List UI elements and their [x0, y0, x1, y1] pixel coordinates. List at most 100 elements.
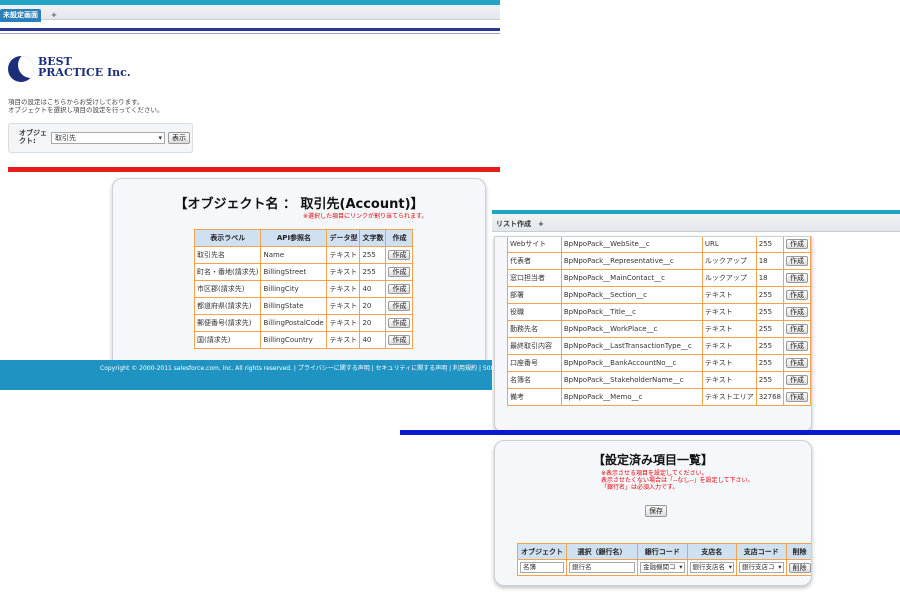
create-button[interactable]: 作成: [785, 324, 808, 334]
table-row: 郵便番号(請求先) BillingPostalCode テキスト 20 作成: [193, 314, 414, 332]
object-select[interactable]: 取引先: [51, 132, 165, 144]
logo-line-2: PRACTICE Inc.: [38, 66, 131, 79]
cell-api-name: BpNpoPack__WorkPlace__c: [560, 320, 703, 338]
fields-table: 表示ラベル API参照名 データ型 文字数 作成 取引先名 Name テキスト 255…: [193, 229, 414, 349]
cell-label: 市区郡(請求先): [193, 280, 262, 298]
cell-data-type: テキスト: [326, 314, 361, 332]
create-button[interactable]: 作成: [785, 290, 808, 300]
create-button[interactable]: 作成: [388, 318, 411, 328]
cell-api-name: BillingCountry: [260, 331, 328, 349]
cell-api-name: BpNpoPack__WebSite__c: [560, 237, 703, 253]
create-button[interactable]: 作成: [388, 267, 411, 277]
col-object: オブジェクト: [517, 543, 567, 560]
table-row: Webサイト BpNpoPack__WebSite__c URL 255 作成: [507, 237, 811, 253]
col-data-type: データ型: [326, 229, 361, 247]
cell-length: 18: [755, 269, 784, 287]
cell-data-type: テキスト: [326, 331, 361, 349]
table-row: 窓口担当者 BpNpoPack__MainContact__c ルックアップ 18 作成: [507, 269, 811, 287]
screen-object-settings: 未設定画面 + BEST PRACTICE Inc. 項目の設定はこちらからお受…: [0, 0, 500, 390]
cell-length: 255: [359, 263, 387, 281]
add-tab-button-2[interactable]: +: [538, 218, 544, 230]
cell-data-type: テキスト: [326, 263, 361, 281]
intro-line-1: 項目の設定はこちらからお受けしております。: [8, 98, 144, 106]
object-select-panel: オブジェクト: 取引先 表示: [8, 123, 193, 153]
cell-label: 名簿名: [507, 371, 562, 389]
list-fields-card: Webサイト BpNpoPack__WebSite__c URL 255 作成 代表者 Bp…: [494, 236, 812, 432]
bank-code-select[interactable]: 金融機関コ: [640, 562, 685, 573]
create-button[interactable]: 作成: [388, 335, 411, 345]
create-button[interactable]: 作成: [388, 284, 411, 294]
col-create: 作成: [385, 229, 414, 247]
cell-data-type: URL: [701, 237, 757, 253]
cell-api-name: BpNpoPack__StakeholderName__c: [560, 371, 703, 389]
screen-list-create: リスト作成 + Webサイト BpNpoPack__WebSite__c URL 25…: [492, 210, 900, 435]
bank-name-input[interactable]: 銀行名: [569, 562, 635, 573]
cell-label: Webサイト: [507, 237, 562, 253]
delete-button[interactable]: 削除: [788, 562, 811, 573]
cell-data-type: テキスト: [701, 354, 757, 372]
cell-length: 20: [359, 297, 387, 315]
table-row: 勤務先名 BpNpoPack__WorkPlace__c テキスト 255 作成: [507, 320, 811, 338]
cell-length: 255: [755, 320, 784, 338]
create-button[interactable]: 作成: [785, 273, 808, 283]
configured-fields-card: 【設定済み項目一覧】 ※表示させる項目を設定してください。 表示させたくない場合…: [494, 440, 812, 586]
tab-bar-2: リスト作成 +: [492, 210, 900, 232]
configured-notes: ※表示させる項目を設定してください。 表示させたくない場合は「--なし--」を設…: [601, 470, 753, 491]
note-line-2: 表示させたくない場合は「--なし--」を設定して下さい。: [601, 477, 754, 484]
table-row: 国(請求先) BillingCountry テキスト 40 作成: [193, 331, 414, 349]
create-button[interactable]: 作成: [388, 250, 411, 260]
tab-list-create[interactable]: リスト作成: [496, 218, 531, 230]
object-label: オブジェクト:: [19, 129, 47, 145]
add-tab-button[interactable]: +: [48, 9, 60, 22]
cell-length: 255: [359, 246, 387, 264]
create-button[interactable]: 作成: [785, 358, 808, 368]
table-row: 最終取引内容 BpNpoPack__LastTransactionType__c テ…: [507, 337, 811, 355]
branch-name-select[interactable]: 銀行支店名: [689, 562, 734, 573]
cell-label: 都道府県(請求先): [193, 297, 262, 315]
table-row: 口座番号 BpNpoPack__BankAccountNo__c テキスト 255 作成: [507, 354, 811, 372]
cell-label: 備考: [507, 388, 562, 406]
save-button[interactable]: 保存: [645, 505, 667, 517]
cell-data-type: テキスト: [326, 297, 361, 315]
header-rule: [0, 28, 500, 31]
object-title: 【オブジェクト名 ： 取引先(Account)】: [174, 197, 424, 212]
create-button[interactable]: 作成: [785, 341, 808, 351]
create-button[interactable]: 作成: [785, 239, 808, 249]
create-button[interactable]: 作成: [785, 392, 808, 402]
cell-api-name: BpNpoPack__Section__c: [560, 286, 703, 304]
table-row: 市区郡(請求先) BillingCity テキスト 40 作成: [193, 280, 414, 298]
footer-copyright: Copyright © 2000-2011 salesforce.com, in…: [0, 360, 500, 390]
cell-data-type: テキスト: [701, 286, 757, 304]
cell-label: 町名・番地(請求先): [193, 263, 262, 281]
show-button[interactable]: 表示: [168, 132, 190, 144]
cell-label: 役職: [507, 303, 562, 321]
cell-length: 255: [755, 354, 784, 372]
cell-length: 32768: [755, 388, 784, 406]
tab-unset-screen[interactable]: 未設定画面: [0, 9, 41, 22]
cell-api-name: BpNpoPack__Memo__c: [560, 388, 703, 406]
intro-line-2: オブジェクトを選択し項目の設定を行ってください。: [8, 106, 164, 114]
cell-label: 窓口担当者: [507, 269, 562, 287]
cell-length: 255: [755, 286, 784, 304]
table-row: 代表者 BpNpoPack__Representative__c ルックアップ 18 作…: [507, 252, 811, 270]
table-row: 部署 BpNpoPack__Section__c テキスト 255 作成: [507, 286, 811, 304]
tab-bar: 未設定画面 +: [0, 0, 500, 22]
create-button[interactable]: 作成: [785, 256, 808, 266]
cell-api-name: Name: [260, 246, 328, 264]
cell-label: 最終取引内容: [507, 337, 562, 355]
branch-code-select[interactable]: 銀行支店コ: [739, 562, 784, 573]
object-input[interactable]: 名簿: [520, 562, 564, 573]
create-button[interactable]: 作成: [388, 301, 411, 311]
create-button[interactable]: 作成: [785, 375, 808, 385]
cell-length: 40: [359, 280, 387, 298]
table-row: 名簿名 BpNpoPack__StakeholderName__c テキスト 255 作…: [507, 371, 811, 389]
cell-data-type: テキスト: [701, 320, 757, 338]
cell-length: 255: [755, 371, 784, 389]
note-line-3: 「銀行名」は必須入力です。: [601, 484, 679, 491]
col-delete: 削除: [785, 543, 811, 560]
create-button[interactable]: 作成: [785, 307, 808, 317]
table-row: 都道府県(請求先) BillingState テキスト 20 作成: [193, 297, 414, 315]
configured-title: 【設定済み項目一覧】: [592, 453, 713, 467]
table-header-row: オブジェクト 選択（銀行名） 銀行コード 支店名 支店コード 削除: [517, 543, 811, 560]
col-bank-name: 選択（銀行名）: [566, 543, 638, 560]
